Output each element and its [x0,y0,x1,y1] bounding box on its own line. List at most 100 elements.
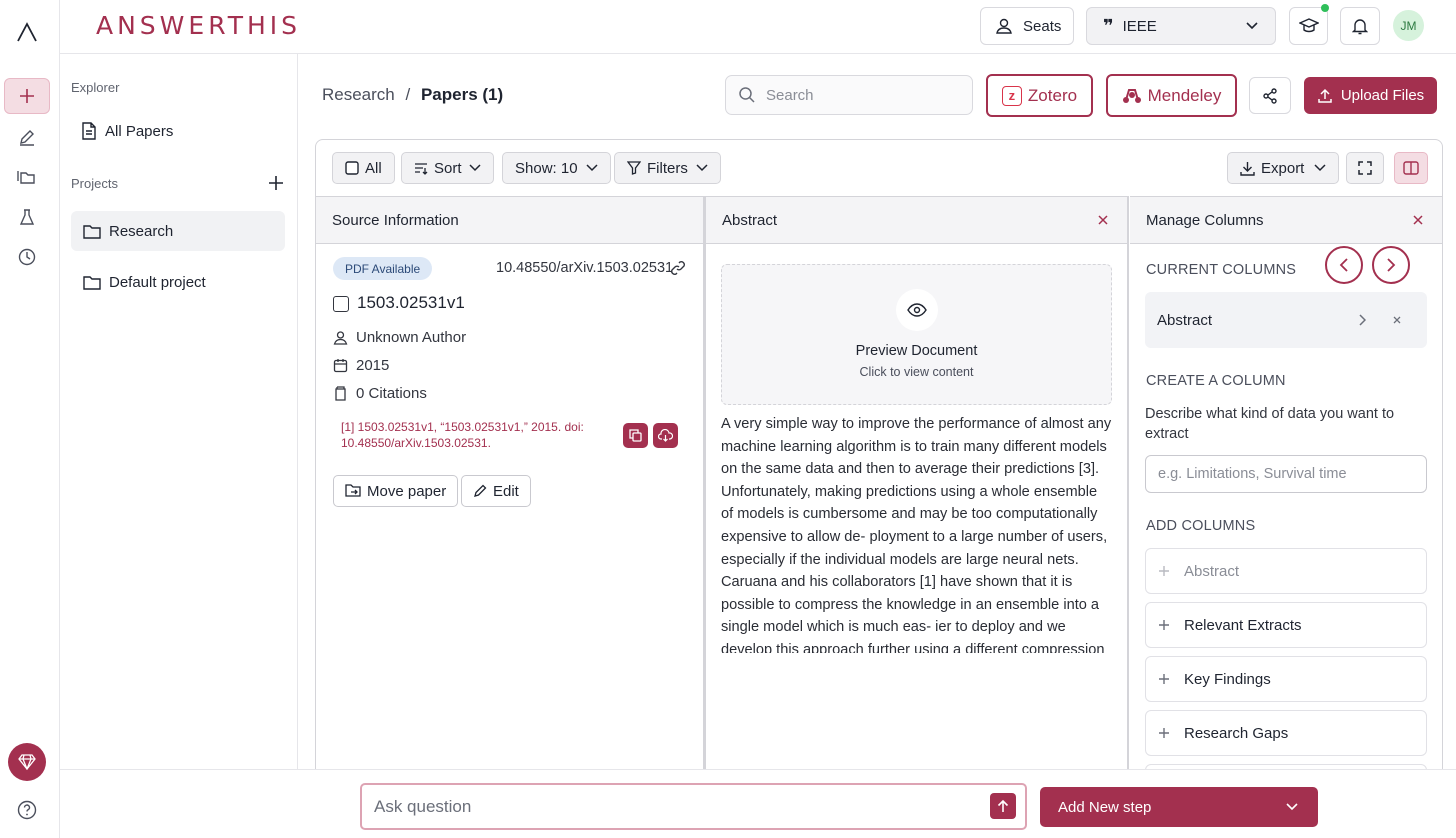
filters-button[interactable]: Filters [614,152,721,184]
add-column-abstract[interactable]: Abstract [1145,548,1427,594]
folder-icon [83,224,101,239]
user-icon [996,18,1012,34]
preview-title: Preview Document [855,343,978,359]
preview-subtitle: Click to view content [859,365,974,379]
select-all-button[interactable]: All [332,152,395,184]
chevron-right-icon[interactable] [1358,314,1366,326]
split-view-button[interactable] [1394,152,1428,184]
current-column-item[interactable]: Abstract [1145,292,1427,348]
add-column-key-findings[interactable]: Key Findings [1145,656,1427,702]
sort-icon [415,163,428,175]
author-text: Unknown Author [356,329,467,346]
chevron-down-icon [468,164,481,172]
fullscreen-button[interactable] [1346,152,1384,184]
abstract-text: A very simple way to improve the perform… [721,416,1112,653]
sidebar-item-all-papers[interactable]: All Papers [71,111,285,151]
add-project-button[interactable] [268,175,284,191]
seats-button[interactable]: Seats [980,7,1074,45]
upload-icon [1318,88,1332,103]
new-button[interactable] [4,78,50,114]
gem-icon [18,754,36,770]
clock-icon [18,248,36,266]
move-paper-button[interactable]: Move paper [333,475,459,507]
export-button[interactable]: Export [1227,152,1340,184]
sidebar-item-default-project[interactable]: Default project [71,262,285,302]
add-new-step-button[interactable]: Add New step [1040,787,1318,827]
show-count-select[interactable]: Show: 10 [502,152,611,184]
projects-label: Projects [71,176,118,191]
zotero-button[interactable]: z Zotero [986,74,1093,117]
mendeley-button[interactable]: Mendeley [1106,74,1237,117]
academy-button[interactable] [1289,4,1329,45]
help-icon[interactable] [17,800,37,820]
citation-text: [1] 1503.02531v1, “1503.02531v1,” 2015. … [341,420,584,450]
upgrade-button[interactable] [8,743,46,781]
sort-label: Sort [434,159,462,177]
filters-label: Filters [647,159,688,177]
close-abstract-icon[interactable] [1097,214,1109,226]
sidebar-item-research[interactable]: Research [71,211,285,251]
plus-icon [1159,566,1169,576]
brand-mark-icon[interactable] [16,22,38,42]
write-nav-button[interactable] [4,119,50,155]
notifications-button[interactable] [1340,7,1380,45]
column-divider[interactable] [703,196,706,778]
history-nav-button[interactable] [4,239,50,275]
papers-panel: All Sort Show: 10 Filters Export Source … [315,139,1443,779]
link-icon[interactable] [670,260,686,276]
explorer-label: Explorer [71,80,120,95]
eye-icon [896,289,938,331]
edit-label: Edit [493,482,519,500]
paper-checkbox[interactable] [333,296,349,312]
mendeley-icon [1122,88,1141,103]
top-bar: ANSWERTHIS Seats ❞ IEEE JM [60,0,1456,54]
chevron-down-icon [1246,22,1258,30]
sort-button[interactable]: Sort [401,152,494,184]
expand-icon [1358,161,1372,175]
columns-icon [1403,161,1419,175]
save-citation-button[interactable] [653,423,678,448]
close-manage-icon[interactable] [1412,214,1424,226]
scroll-right-button[interactable] [1372,246,1410,284]
abstract-header-label: Abstract [722,211,778,229]
citation-style-select[interactable]: ❞ IEEE [1086,7,1276,45]
cloud-download-icon [658,429,673,442]
breadcrumb: Research / Papers (1) [322,85,503,105]
ask-question-input[interactable]: Ask question [360,783,1027,830]
add-column-research-gaps[interactable]: Research Gaps [1145,710,1427,756]
calendar-icon [333,359,348,373]
upload-files-button[interactable]: Upload Files [1304,77,1437,114]
citation-style-value: IEEE [1122,17,1157,35]
search-icon [739,87,755,103]
move-paper-label: Move paper [367,482,447,500]
column-divider[interactable] [1127,196,1129,778]
share-button[interactable] [1249,77,1291,114]
export-label: Export [1261,159,1305,177]
send-button[interactable] [990,793,1016,819]
edit-button[interactable]: Edit [461,475,531,507]
chevron-down-icon [586,164,598,172]
pencil-icon [20,130,34,146]
breadcrumb-root[interactable]: Research [322,85,395,104]
create-column-description: Describe what kind of data you want to e… [1145,406,1395,442]
bell-icon [1352,19,1368,35]
paper-title[interactable]: 1503.02531v1 [357,293,465,313]
search-input[interactable]: Search [725,75,973,115]
lab-nav-button[interactable] [4,199,50,235]
folders-icon [17,171,35,184]
avatar[interactable]: JM [1393,10,1424,41]
chevron-left-icon [1339,258,1348,272]
new-column-input[interactable]: e.g. Limitations, Survival time [1145,455,1427,493]
remove-column-icon[interactable] [1392,315,1402,325]
download-icon [1240,161,1255,176]
preview-document-card[interactable]: Preview Document Click to view content [721,264,1112,405]
add-column-relevant-extracts[interactable]: Relevant Extracts [1145,602,1427,648]
library-nav-button[interactable] [4,159,50,195]
add-column-label: Research Gaps [1184,724,1289,742]
document-icon [82,122,96,140]
scroll-left-button[interactable] [1325,246,1363,284]
arrow-up-icon [997,799,1009,812]
copy-citation-button[interactable] [623,423,648,448]
year-row: 2015 [333,357,389,374]
bottom-bar: Ask question Add New step [60,769,1456,838]
